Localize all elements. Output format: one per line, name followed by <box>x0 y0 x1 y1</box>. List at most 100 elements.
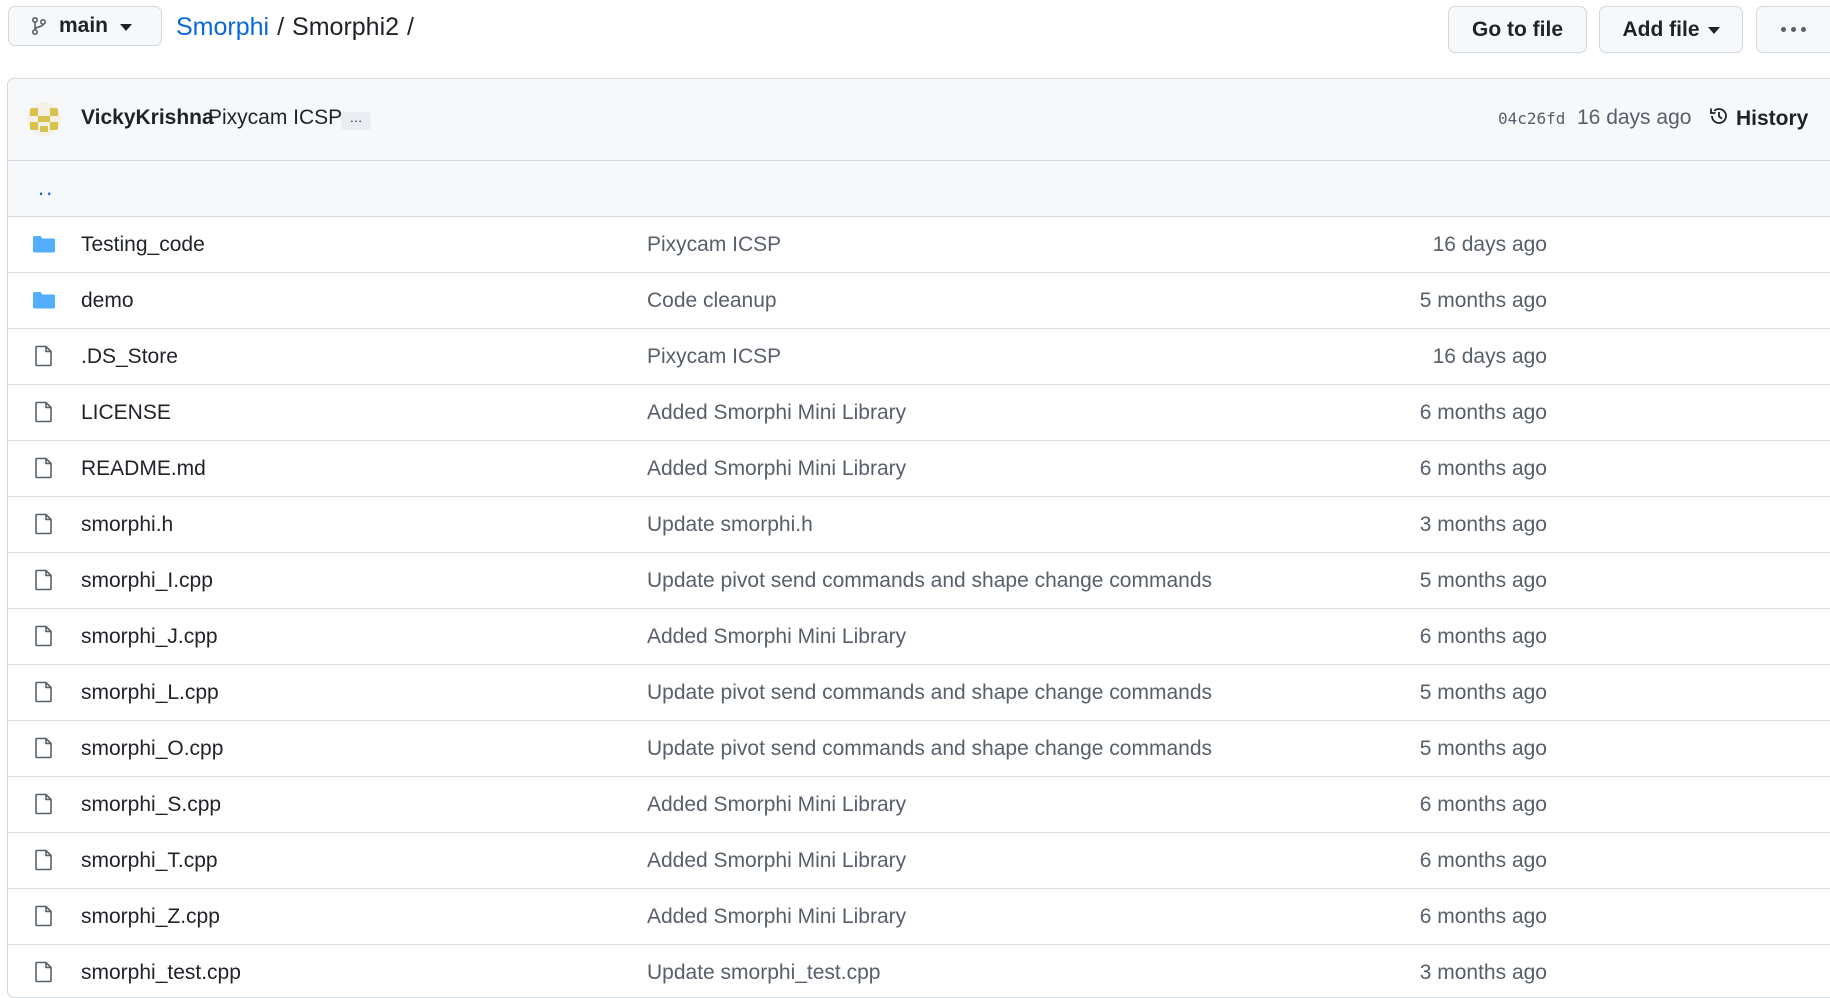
file-commit-message-link[interactable]: Added Smorphi Mini Library <box>647 905 906 929</box>
file-row[interactable]: smorphi_I.cpp Update pivot send commands … <box>8 553 1830 609</box>
expand-commit-button[interactable]: … <box>341 111 371 130</box>
file-row[interactable]: .DS_Store Pixycam ICSP 16 days ago <box>8 329 1830 385</box>
file-commit-age: 6 months ago <box>1419 625 1547 648</box>
file-commit-age: 6 months ago <box>1419 793 1547 816</box>
history-link[interactable]: History <box>1708 105 1808 133</box>
file-name-link[interactable]: smorphi_I.cpp <box>81 569 213 593</box>
latest-commit-bar: VickyKrishna Pixycam ICSP … 04c26fd 16 d… <box>8 79 1830 161</box>
branch-name: main <box>59 14 109 37</box>
branch-selector-button[interactable]: main <box>8 6 162 46</box>
file-name-link[interactable]: LICENSE <box>81 401 171 425</box>
file-icon <box>32 680 56 709</box>
commit-age: 16 days ago <box>1577 106 1692 129</box>
file-row[interactable]: README.md Added Smorphi Mini Library 6 mon… <box>8 441 1830 497</box>
file-row[interactable]: smorphi_O.cpp Update pivot send commands … <box>8 721 1830 777</box>
file-commit-message-link[interactable]: Update smorphi.h <box>647 513 813 537</box>
file-icon <box>32 624 56 653</box>
folder-icon <box>32 288 56 317</box>
file-icon <box>32 848 56 877</box>
file-name-link[interactable]: README.md <box>81 457 206 481</box>
go-to-file-button[interactable]: Go to file <box>1448 6 1587 53</box>
breadcrumb: Smorphi / Smorphi2 / <box>176 13 414 42</box>
file-icon <box>32 456 56 485</box>
file-commit-message-link[interactable]: Update pivot send commands and shape cha… <box>647 569 1212 593</box>
file-commit-age: 5 months ago <box>1419 681 1547 704</box>
file-commit-message-link[interactable]: Update pivot send commands and shape cha… <box>647 737 1212 761</box>
file-name-link[interactable]: Testing_code <box>81 233 205 257</box>
file-commit-message-link[interactable]: Update pivot send commands and shape cha… <box>647 681 1212 705</box>
file-commit-age: 6 months ago <box>1419 905 1547 928</box>
file-icon <box>32 736 56 765</box>
go-to-file-label: Go to file <box>1472 17 1563 41</box>
file-commit-age: 16 days ago <box>1432 345 1547 368</box>
file-name-link[interactable]: smorphi_Z.cpp <box>81 905 220 929</box>
file-commit-age: 3 months ago <box>1419 513 1547 536</box>
commit-message-link[interactable]: Pixycam ICSP <box>208 106 342 130</box>
breadcrumb-trailing-separator: / <box>407 13 414 41</box>
chevron-down-icon <box>120 23 133 31</box>
add-file-button[interactable]: Add file <box>1599 6 1743 53</box>
commit-author-link[interactable]: VickyKrishna <box>81 106 214 130</box>
file-name-link[interactable]: smorphi.h <box>81 513 173 537</box>
file-name-link[interactable]: demo <box>81 289 134 313</box>
breadcrumb-separator: / <box>277 13 285 41</box>
breadcrumb-repo-link[interactable]: Smorphi <box>176 13 269 42</box>
kebab-horizontal-icon <box>1781 27 1806 32</box>
avatar[interactable] <box>27 102 61 136</box>
file-row[interactable]: smorphi_Z.cpp Added Smorphi Mini Library 6… <box>8 889 1830 945</box>
file-name-link[interactable]: smorphi_test.cpp <box>81 961 241 985</box>
file-row[interactable]: smorphi.h Update smorphi.h 3 months ago <box>8 497 1830 553</box>
breadcrumb-current-folder: Smorphi2 <box>292 13 400 41</box>
file-icon <box>32 904 56 933</box>
file-row[interactable]: smorphi_test.cpp Update smorphi_test.cpp 3… <box>8 945 1830 997</box>
top-bar: main Smorphi / Smorphi2 / Go to file Add… <box>0 0 1830 60</box>
file-commit-age: 6 months ago <box>1419 457 1547 480</box>
file-row[interactable]: smorphi_J.cpp Added Smorphi Mini Library 6… <box>8 609 1830 665</box>
file-name-link[interactable]: smorphi_O.cpp <box>81 737 223 761</box>
file-list: Testing_code Pixycam ICSP 16 days ago demo C… <box>8 217 1830 997</box>
file-commit-age: 6 months ago <box>1419 401 1547 424</box>
file-icon <box>32 960 56 989</box>
file-icon <box>32 344 56 373</box>
file-name-link[interactable]: smorphi_T.cpp <box>81 849 218 873</box>
chevron-down-icon <box>1707 27 1720 34</box>
file-commit-message-link[interactable]: Added Smorphi Mini Library <box>647 457 906 481</box>
file-commit-message-link[interactable]: Added Smorphi Mini Library <box>647 401 906 425</box>
file-commit-age: 3 months ago <box>1419 961 1547 984</box>
file-name-link[interactable]: .DS_Store <box>81 345 178 369</box>
file-name-link[interactable]: smorphi_S.cpp <box>81 793 221 817</box>
history-label: History <box>1736 107 1809 130</box>
parent-directory-row[interactable]: .. <box>8 161 1830 217</box>
file-commit-message-link[interactable]: Pixycam ICSP <box>647 345 781 369</box>
file-commit-message-link[interactable]: Added Smorphi Mini Library <box>647 625 906 649</box>
file-commit-age: 5 months ago <box>1419 289 1547 312</box>
file-commit-message-link[interactable]: Added Smorphi Mini Library <box>647 849 906 873</box>
file-icon <box>32 568 56 597</box>
file-row[interactable]: smorphi_L.cpp Update pivot send commands … <box>8 665 1830 721</box>
commit-sha-link[interactable]: 04c26fd <box>1498 109 1565 128</box>
file-row[interactable]: smorphi_S.cpp Added Smorphi Mini Library 6… <box>8 777 1830 833</box>
file-commit-message-link[interactable]: Added Smorphi Mini Library <box>647 793 906 817</box>
parent-directory-link[interactable]: .. <box>38 175 54 201</box>
more-options-button[interactable] <box>1756 6 1830 53</box>
file-row[interactable]: demo Code cleanup 5 months ago <box>8 273 1830 329</box>
file-name-link[interactable]: smorphi_J.cpp <box>81 625 218 649</box>
file-browser: VickyKrishna Pixycam ICSP … 04c26fd 16 d… <box>7 78 1830 998</box>
file-commit-age: 16 days ago <box>1432 233 1547 256</box>
file-row[interactable]: Testing_code Pixycam ICSP 16 days ago <box>8 217 1830 273</box>
history-icon <box>1708 105 1730 133</box>
file-commit-age: 5 months ago <box>1419 737 1547 760</box>
file-commit-message-link[interactable]: Code cleanup <box>647 289 777 313</box>
file-row[interactable]: smorphi_T.cpp Added Smorphi Mini Library 6… <box>8 833 1830 889</box>
file-name-link[interactable]: smorphi_L.cpp <box>81 681 219 705</box>
file-icon <box>32 512 56 541</box>
file-commit-age: 5 months ago <box>1419 569 1547 592</box>
file-commit-age: 6 months ago <box>1419 849 1547 872</box>
file-icon <box>32 400 56 429</box>
folder-icon <box>32 232 56 261</box>
file-commit-message-link[interactable]: Pixycam ICSP <box>647 233 781 257</box>
file-commit-message-link[interactable]: Update smorphi_test.cpp <box>647 961 880 985</box>
git-branch-icon <box>31 17 47 35</box>
file-icon <box>32 792 56 821</box>
file-row[interactable]: LICENSE Added Smorphi Mini Library 6 month… <box>8 385 1830 441</box>
